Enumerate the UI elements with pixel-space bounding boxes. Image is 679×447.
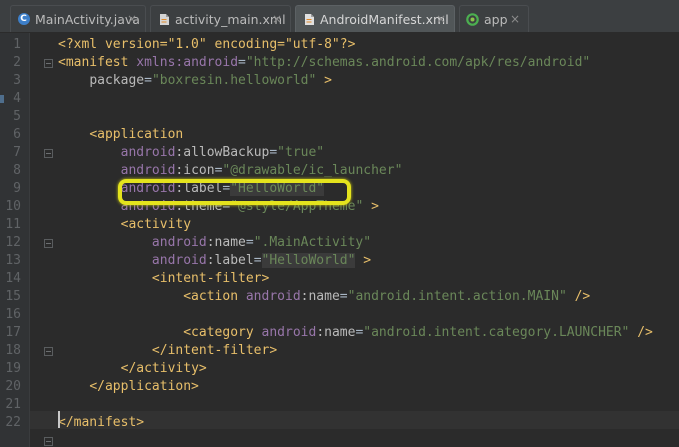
code-line-19: </application> — [89, 379, 199, 394]
code-line-10: <activity — [120, 217, 192, 232]
close-icon[interactable]: × — [272, 12, 282, 26]
code-line-3: package="boxresin.helloworld" > — [89, 73, 332, 88]
xml-file-icon — [157, 13, 170, 26]
line-number: 8 — [13, 163, 21, 178]
line-number: 15 — [5, 289, 21, 304]
tab-app[interactable]: app × — [459, 5, 529, 32]
line-number: 21 — [5, 397, 21, 412]
fold-toggle[interactable] — [44, 437, 53, 446]
code-line-16: <category android:name="android.intent.c… — [183, 325, 653, 340]
line-number: 4 — [13, 91, 21, 106]
code-line-14: <action android:name="android.intent.act… — [183, 289, 591, 304]
code-line-17: </intent-filter> — [151, 343, 278, 358]
line-number: 7 — [13, 145, 21, 160]
line-number: 20 — [5, 379, 21, 394]
code-line-21: </manifest> — [58, 415, 145, 430]
line-number: 17 — [5, 325, 21, 340]
line-number: 11 — [5, 217, 21, 232]
line-number: 19 — [5, 361, 21, 376]
line-number: 14 — [5, 271, 21, 286]
code-line-11: android:name=".MainActivity" — [151, 235, 372, 250]
fold-toggle[interactable] — [44, 347, 53, 356]
line-number: 6 — [13, 127, 21, 142]
code-editor[interactable]: <?xml version="1.0" encoding="utf-8"?> <… — [30, 33, 679, 447]
text-caret — [58, 411, 60, 428]
tab-label: activity_main.xml — [175, 11, 286, 27]
close-icon[interactable]: × — [510, 12, 520, 26]
line-number: 18 — [5, 343, 21, 358]
line-number: 22 — [5, 415, 21, 430]
line-number: 16 — [5, 307, 21, 322]
code-line-12: android:label="HelloWorld" > — [151, 253, 372, 268]
line-number: 3 — [13, 73, 21, 88]
line-number: 13 — [5, 253, 21, 268]
line-number: 12 — [5, 235, 21, 250]
manifest-file-icon — [302, 13, 315, 26]
code-line-13: <intent-filter> — [151, 271, 270, 286]
code-line-18: </activity> — [120, 361, 207, 376]
tab-label: app — [484, 11, 508, 27]
tab-mainactivity-java[interactable]: C MainActivity.java × — [10, 5, 146, 32]
android-module-icon — [466, 12, 479, 26]
annotation-highlight-box — [118, 179, 351, 205]
line-number: 5 — [13, 109, 21, 124]
tab-androidmanifest-xml[interactable]: AndroidManifest.xml × — [295, 5, 455, 32]
line-number: 2 — [13, 55, 21, 70]
tab-label: MainActivity.java — [35, 11, 140, 27]
line-number: 9 — [13, 181, 21, 196]
line-number-gutter: 1 2 3 4 5 6 7 8 9 10 11 12 13 14 15 16 1… — [0, 33, 30, 447]
code-line-6: android:allowBackup="true" — [120, 145, 325, 160]
code-line-7: android:icon="@drawable/ic_launcher" — [120, 163, 403, 178]
fold-toggle[interactable] — [44, 149, 53, 158]
code-line-2: <manifest xmlns:android="http://schemas.… — [58, 55, 591, 70]
code-line-1: <?xml version="1.0" encoding="utf-8"?> — [58, 37, 356, 52]
line-number: 1 — [13, 37, 21, 52]
class-c-icon: C — [17, 13, 30, 26]
close-icon[interactable]: × — [436, 12, 446, 26]
close-icon[interactable]: × — [127, 12, 137, 26]
fold-toggle[interactable] — [44, 59, 53, 68]
tab-activity-main-xml[interactable]: activity_main.xml × — [150, 5, 291, 32]
tab-label: AndroidManifest.xml — [320, 11, 449, 27]
fold-toggle[interactable] — [44, 239, 53, 248]
code-line-5: <application — [89, 127, 184, 142]
editor-tab-bar: C MainActivity.java × activity_main.xml … — [0, 0, 679, 33]
line-number: 10 — [5, 199, 21, 214]
